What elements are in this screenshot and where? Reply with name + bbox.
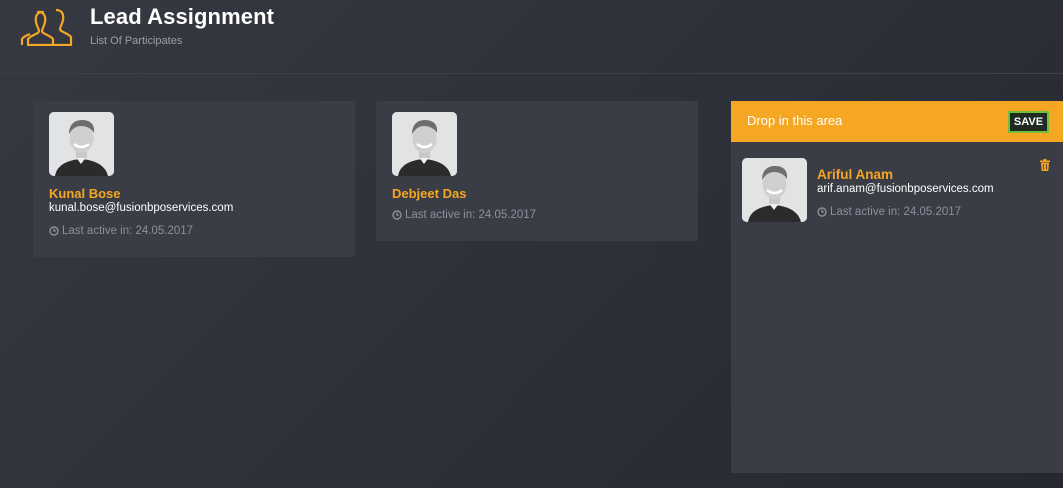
avatar-photo: [49, 112, 114, 176]
clock-icon: [392, 210, 402, 220]
participant-card[interactable]: Debjeet Das Last active in: 24.05.2017: [376, 101, 698, 241]
page-title: Lead Assignment: [90, 4, 275, 29]
last-active-row: Last active in: 24.05.2017: [392, 209, 536, 221]
last-active-text: Last active in: 24.05.2017: [405, 209, 537, 221]
avatar: [392, 112, 457, 176]
last-active-row: Last active in: 24.05.2017: [49, 225, 193, 237]
header-divider: [0, 73, 1063, 74]
participant-name: Debjeet Das: [392, 186, 467, 201]
users-icon: [20, 8, 73, 46]
last-active-text: Last active in: 24.05.2017: [830, 206, 962, 218]
last-active-row: Last active in: 24.05.2017: [817, 206, 961, 218]
avatar-photo: [742, 158, 807, 222]
page-subtitle: List Of Participates: [90, 35, 183, 47]
participant-name: Kunal Bose: [49, 186, 121, 201]
participant-name: Ariful Anam: [817, 167, 894, 182]
save-button[interactable]: SAVE: [1008, 111, 1049, 133]
clock-icon: [49, 226, 59, 236]
participant-email: arif.anam@fusionbposervices.com: [817, 183, 994, 195]
last-active-text: Last active in: 24.05.2017: [62, 225, 194, 237]
drop-zone[interactable]: Drop in this area SAVE Ariful Anam arif.…: [731, 101, 1063, 473]
page-header: Lead Assignment List Of Participates: [0, 0, 1063, 74]
avatar: [49, 112, 114, 176]
trash-icon[interactable]: [1040, 159, 1050, 171]
participant-card[interactable]: Kunal Bose kunal.bose@fusionbposervices.…: [33, 101, 355, 257]
avatar: [742, 158, 807, 222]
avatar-photo: [392, 112, 457, 176]
clock-icon: [817, 207, 827, 217]
drop-zone-label: Drop in this area: [747, 113, 843, 128]
participant-email: kunal.bose@fusionbposervices.com: [49, 202, 234, 214]
drop-zone-header: Drop in this area SAVE: [731, 101, 1063, 142]
